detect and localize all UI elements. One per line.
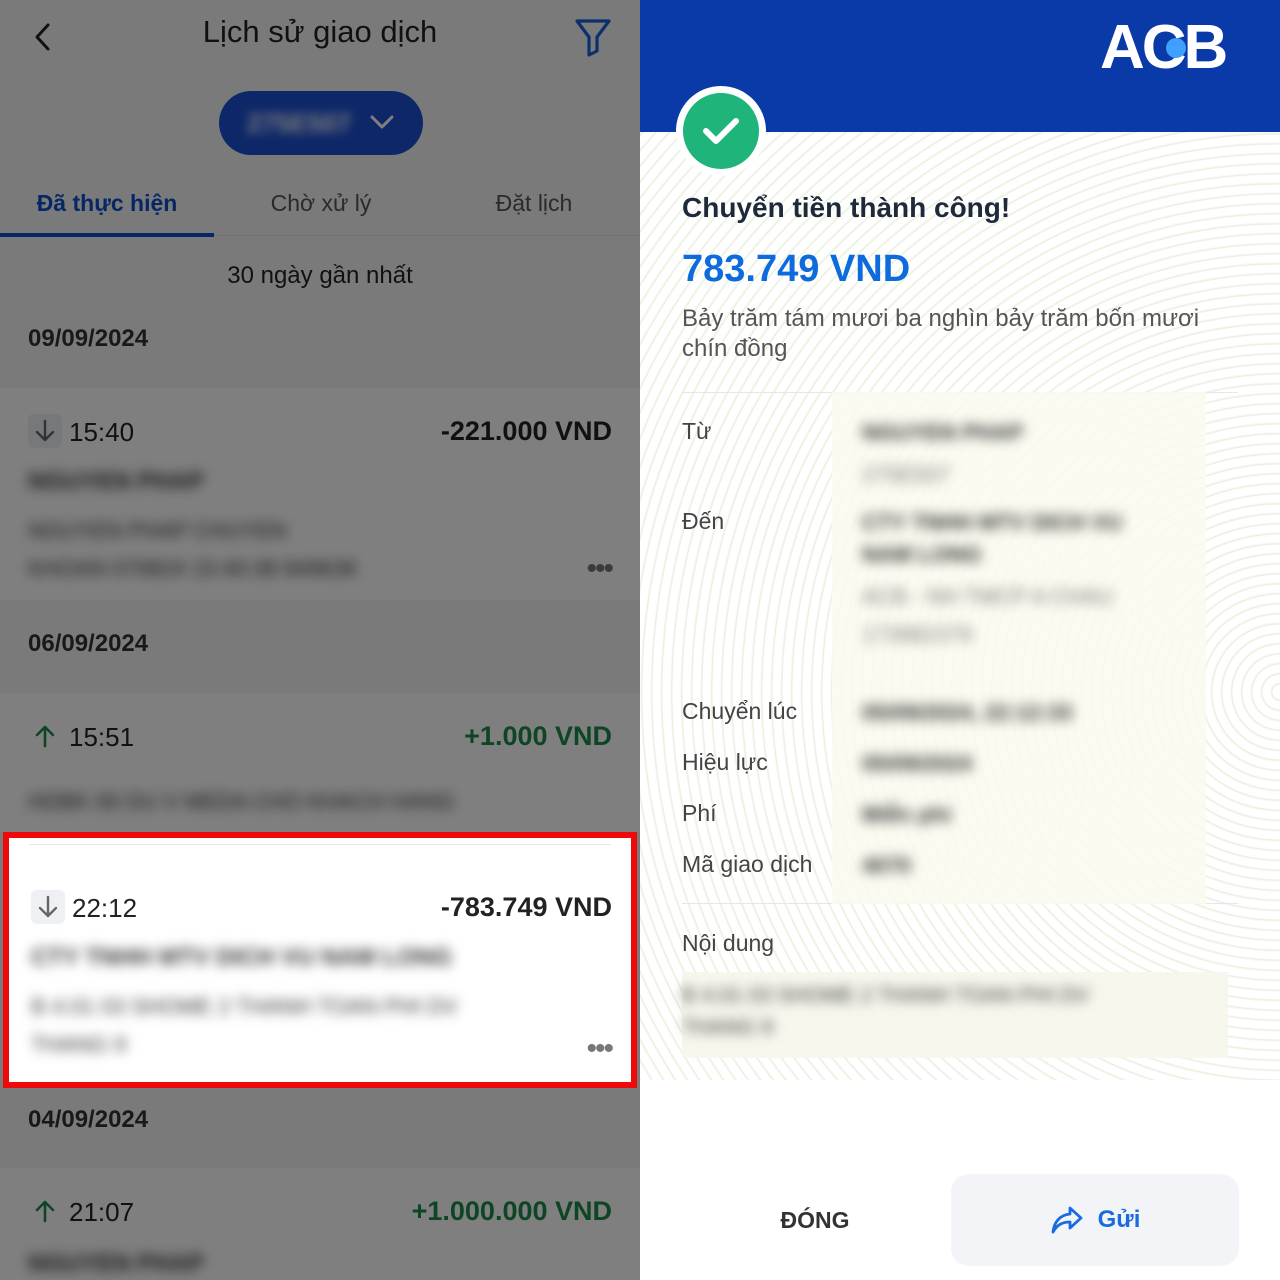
arrow-up-icon [28,1194,62,1228]
from-name: NGUYEN PHAP [862,420,1024,445]
transaction-name: NGUYEN PHAP [28,468,205,495]
transaction-amount: +1.000 VND [464,721,612,751]
send-button[interactable]: Gửi [951,1174,1239,1266]
transaction-name: CTY TNHH MTV DICH VU NAM LONG [31,944,452,971]
transaction-amount: -783.749 VND [440,892,612,922]
to-name: NAM LONG [862,542,982,567]
send-label: Gửi [1097,1206,1141,1233]
success-title: Chuyển tiền thành công! [682,192,1011,223]
transfer-amount: 783.749 VND [682,248,911,290]
transaction-desc: THANG 9 [31,1032,127,1057]
label-from: Từ [682,418,712,444]
filter-icon [575,19,611,57]
svg-text:ACB: ACB [1100,14,1226,74]
transaction-amount: +1.000.000 VND [411,1196,612,1226]
tab-bar: Đã thực hiện Chờ xử lý Đặt lịch [0,170,640,237]
to-account: 173982379 [862,622,973,647]
account-selector[interactable]: 275E507 [219,91,423,155]
label-fee: Phí [682,800,717,826]
transaction-card[interactable]: 21:07 +1.000.000 VND NGUYEN PHAP [0,1168,640,1280]
tab-pending[interactable]: Chờ xử lý [214,170,428,236]
fee-value: Miễn phí [862,802,952,827]
more-options-icon[interactable]: ••• [586,1034,613,1064]
history-header: Lịch sử giao dịch [0,0,640,80]
arrow-down-icon [28,414,62,448]
success-badge [676,86,766,176]
transaction-time: 15:40 [69,417,135,447]
label-content: Nội dung [682,930,775,956]
period-label: 30 ngày gần nhất [227,262,413,289]
to-bank: ACB - NH TMCP A CHAU [862,584,1114,609]
amount-in-words: Bảy trăm tám mươi ba nghìn bảy trăm bốn … [682,305,1200,362]
transaction-name: NGUYEN PHAP [28,1250,205,1277]
label-transfer-time: Chuyển lúc [682,698,798,724]
to-name: CTY TNHH MTV DICH VU [862,510,1122,535]
divider [29,844,611,845]
date-header: 06/09/2024 [28,630,149,657]
arrow-up-icon [28,719,62,753]
content-line: THANG 9 [682,1016,774,1039]
content-line: B 4.01 03 SHOME 2 THANH TOAN PHI DV [682,984,1090,1007]
transaction-card[interactable]: 15:40 -221.000 VND NGUYEN PHAP NGUYEN PH… [0,388,640,600]
transaction-desc: HDBK 00 DU V MEDA CHO KHACH HANG [28,789,455,814]
chevron-down-icon [370,115,394,129]
label-effective: Hiệu lực [682,749,768,775]
page-title: Lịch sử giao dịch [202,14,438,49]
more-options-icon[interactable]: ••• [586,554,613,584]
transaction-card[interactable]: 15:51 +1.000 VND HDBK 00 DU V MEDA CHO K… [0,693,640,833]
close-button[interactable]: ĐÓNG [720,1178,910,1262]
transaction-code: 4070 [862,853,911,878]
transfer-time: 05/09/2024, 22:12:33 [862,700,1073,725]
account-number: 275E507 [247,107,352,138]
share-icon [1051,1206,1083,1234]
transaction-amount: -221.000 VND [440,416,612,446]
transaction-time: 21:07 [69,1197,135,1227]
checkmark-icon [703,118,739,144]
date-header: 04/09/2024 [28,1106,149,1133]
active-tab-indicator [0,233,214,237]
tab-scheduled[interactable]: Đặt lịch [428,170,640,236]
arrow-down-icon [31,890,65,924]
from-account: 275E507 [862,462,951,487]
filter-button[interactable] [570,14,616,60]
acb-logo: ACB [1100,14,1229,74]
tab-completed[interactable]: Đã thực hiện [0,170,214,236]
transaction-desc: NGUYEN PHAP CHUYEN [28,518,287,543]
label-to: Đến [682,508,725,534]
transaction-desc: B 4.01 03 SHOME 2 THANH TOAN PHI DV [31,994,458,1019]
label-transaction-code: Mã giao dịch [682,851,813,877]
highlighted-transaction[interactable]: 22:12 -783.749 VND CTY TNHH MTV DICH VU … [3,832,637,1088]
date-header: 09/09/2024 [28,325,149,352]
transaction-time: 22:12 [72,893,138,923]
content-value: B 4.01 03 SHOME 2 THANH TOAN PHI DV THAN… [682,972,1228,1058]
effective-date: 05/09/2024 [862,751,973,776]
history-panel: Lịch sử giao dịch 275E507 Đã thực hiện C… [0,0,640,1280]
transaction-desc: KHOAN 070824 15:40:38 849636 [28,556,358,581]
transaction-time: 15:51 [69,722,135,752]
receipt-panel: ACB Chuyển tiền thành công! 783.749 VND … [640,0,1280,1280]
